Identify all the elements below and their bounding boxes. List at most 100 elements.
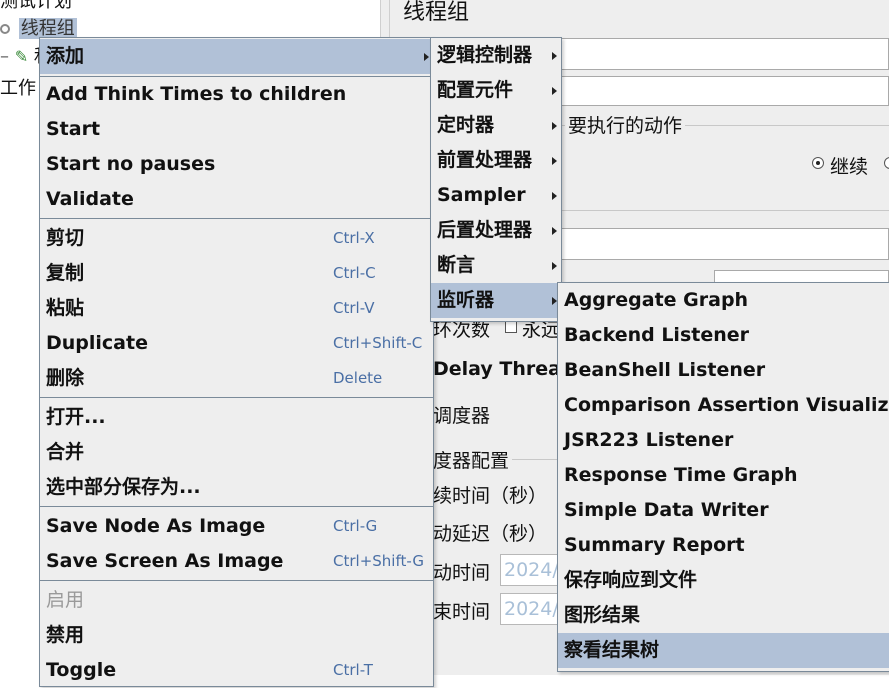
submenu-arrow-icon	[552, 262, 557, 270]
menu-item-duplicate[interactable]: Duplicate Ctrl+Shift-C	[40, 326, 433, 361]
menu-shortcut: Ctrl-G	[333, 517, 378, 535]
threads-field[interactable]	[560, 228, 889, 260]
menu-item-validate[interactable]: Validate	[40, 182, 433, 217]
menu-item-graph-results[interactable]: 图形结果	[558, 598, 889, 633]
menu-shortcut: Ctrl-V	[333, 299, 375, 317]
tree-item-label: 线程组	[18, 18, 77, 39]
submenu-arrow-icon	[552, 192, 557, 200]
menu-item-label: 删除	[46, 367, 85, 389]
comment-field[interactable]	[560, 76, 889, 106]
menu-shortcut: Ctrl-X	[333, 229, 375, 247]
end-time-field[interactable]: 2024/	[500, 593, 560, 625]
submenu-arrow-icon	[424, 53, 429, 61]
submenu-arrow-icon	[552, 87, 557, 95]
menu-item-logic-controller[interactable]: 逻辑控制器	[431, 38, 561, 73]
menu-item-start[interactable]: Start	[40, 112, 433, 147]
menu-item-delete[interactable]: 删除 Delete	[40, 361, 433, 396]
menu-item-label: 定时器	[437, 114, 495, 136]
menu-item-simple-data-writer[interactable]: Simple Data Writer	[558, 493, 889, 528]
continue-radio[interactable]	[812, 157, 824, 169]
divider	[558, 210, 889, 213]
menu-item-summary-report[interactable]: Summary Report	[558, 528, 889, 563]
menu-item-post-processor[interactable]: 后置处理器	[431, 213, 561, 248]
menu-item-label: JSR223 Listener	[564, 429, 734, 451]
menu-shortcut: Ctrl-T	[333, 661, 373, 679]
listener-submenu: Aggregate Graph Backend Listener BeanShe…	[557, 282, 889, 672]
menu-item-assertion[interactable]: 断言	[431, 248, 561, 283]
menu-item-cut[interactable]: 剪切 Ctrl-X	[40, 221, 433, 256]
menu-item-response-time-graph[interactable]: Response Time Graph	[558, 458, 889, 493]
menu-item-label: 监听器	[437, 289, 495, 311]
menu-item-copy[interactable]: 复制 Ctrl-C	[40, 256, 433, 291]
menu-item-label: Save Screen As Image	[46, 550, 284, 572]
menu-shortcut: Delete	[333, 369, 383, 387]
menu-item-label: Start no pauses	[46, 153, 216, 175]
menu-item-save-responses-to-file[interactable]: 保存响应到文件	[558, 563, 889, 598]
menu-item-listener[interactable]: 监听器	[431, 283, 561, 318]
menu-item-label: Toggle	[46, 659, 117, 681]
submenu-arrow-icon	[552, 52, 557, 60]
name-field[interactable]	[560, 38, 889, 70]
menu-item-backend-listener[interactable]: Backend Listener	[558, 318, 889, 353]
menu-item-enable: 启用	[40, 583, 433, 618]
start-next-loop-radio[interactable]	[884, 157, 889, 169]
menu-item-save-node-as-image[interactable]: Save Node As Image Ctrl-G	[40, 509, 433, 544]
menu-item-add[interactable]: 添加	[40, 39, 433, 74]
menu-item-aggregate-graph[interactable]: Aggregate Graph	[558, 283, 889, 318]
menu-item-paste[interactable]: 粘贴 Ctrl-V	[40, 291, 433, 326]
menu-item-label: Sampler	[437, 184, 526, 206]
menu-item-label: 察看结果树	[564, 639, 660, 661]
menu-item-pre-processor[interactable]: 前置处理器	[431, 143, 561, 178]
menu-item-label: 剪切	[46, 227, 85, 249]
scheduler-config-title: 度器配置	[433, 446, 513, 473]
menu-item-toggle[interactable]: Toggle Ctrl-T	[40, 653, 433, 688]
scheduler-label: 调度器	[433, 405, 491, 427]
startup-delay-label: 动延迟（秒）	[433, 523, 548, 545]
menu-item-label: Response Time Graph	[564, 464, 798, 486]
forever-checkbox[interactable]	[505, 321, 517, 333]
menu-item-label: 图形结果	[564, 604, 641, 626]
menu-item-merge[interactable]: 合并	[40, 435, 433, 470]
menu-item-label: Save Node As Image	[46, 515, 266, 537]
menu-item-jsr223-listener[interactable]: JSR223 Listener	[558, 423, 889, 458]
delay-thread-label: Delay Thread	[433, 358, 575, 380]
menu-item-label: 复制	[46, 262, 85, 284]
menu-item-label: 启用	[46, 589, 85, 611]
menu-item-label: Summary Report	[564, 534, 745, 556]
menu-item-open[interactable]: 打开...	[40, 400, 433, 435]
menu-shortcut: Ctrl+Shift-C	[333, 334, 423, 352]
menu-item-label: Add Think Times to children	[46, 83, 347, 105]
tree-item-test-plan[interactable]: 测试计划	[0, 0, 72, 13]
menu-separator	[40, 580, 433, 581]
menu-item-label: Simple Data Writer	[564, 499, 769, 521]
start-time-field[interactable]: 2024/	[500, 554, 560, 586]
menu-item-disable[interactable]: 禁用	[40, 618, 433, 653]
menu-item-save-selection-as[interactable]: 选中部分保存为...	[40, 470, 433, 505]
menu-item-add-think-times[interactable]: Add Think Times to children	[40, 77, 433, 112]
menu-item-label: Comparison Assertion Visualizer	[564, 394, 889, 416]
tree-item-label: 测试计划	[0, 0, 72, 12]
end-time-label: 束时间	[433, 601, 491, 623]
menu-item-label: 前置处理器	[437, 149, 533, 171]
menu-item-label: 后置处理器	[437, 219, 533, 241]
menu-item-view-results-tree[interactable]: 察看结果树	[558, 633, 889, 668]
menu-item-comparison-assertion-visualizer[interactable]: Comparison Assertion Visualizer	[558, 388, 889, 423]
menu-item-config-element[interactable]: 配置元件	[431, 73, 561, 108]
submenu-arrow-icon	[552, 157, 557, 165]
menu-item-label: Validate	[46, 188, 134, 210]
gear-icon	[0, 24, 10, 34]
menu-item-sampler[interactable]: Sampler	[431, 178, 561, 213]
menu-item-label: Start	[46, 118, 101, 140]
menu-item-beanshell-listener[interactable]: BeanShell Listener	[558, 353, 889, 388]
page-title: 线程组	[403, 0, 470, 25]
tree-item-label: 工作	[0, 78, 36, 99]
menu-item-timer[interactable]: 定时器	[431, 108, 561, 143]
menu-item-label: 配置元件	[437, 79, 514, 101]
menu-separator	[40, 397, 433, 398]
menu-item-label: Backend Listener	[564, 324, 749, 346]
menu-item-start-no-pauses[interactable]: Start no pauses	[40, 147, 433, 182]
menu-item-label: 打开...	[46, 406, 106, 428]
menu-shortcut: Ctrl-C	[333, 264, 376, 282]
menu-item-save-screen-as-image[interactable]: Save Screen As Image Ctrl+Shift-G	[40, 544, 433, 579]
tree-item-workbench[interactable]: 工作	[0, 78, 36, 100]
